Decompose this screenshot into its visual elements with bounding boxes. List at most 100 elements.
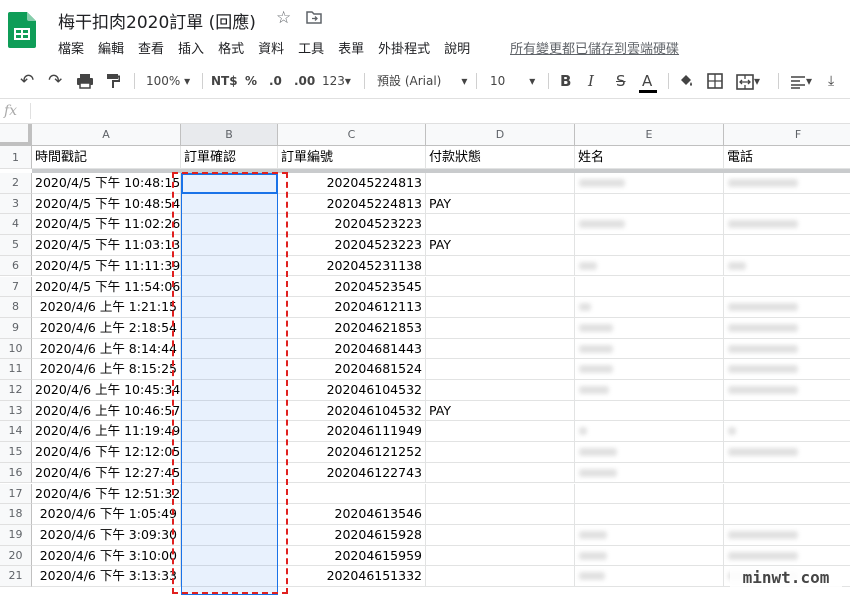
cell-order-number[interactable]: 202046121252: [278, 442, 426, 463]
header-cell-name[interactable]: 姓名: [575, 146, 724, 169]
cell-payment-status[interactable]: PAY: [426, 235, 575, 256]
cell-timestamp[interactable]: 2020/4/5 下午 11:11:39: [32, 255, 181, 277]
cell-order-number[interactable]: 20204621853: [278, 317, 426, 339]
row-header[interactable]: 13: [0, 400, 32, 422]
cell-order-number[interactable]: 202046122743: [278, 462, 426, 484]
row-header[interactable]: 21: [0, 566, 32, 587]
cell-order-number[interactable]: 202045224813: [278, 173, 426, 194]
row-header[interactable]: 6: [0, 255, 32, 277]
cell-order-number[interactable]: 20204523223: [278, 214, 426, 236]
cell-timestamp[interactable]: 2020/4/5 下午 11:54:06: [32, 276, 181, 298]
menu-data[interactable]: 資料: [258, 42, 284, 57]
redo-icon[interactable]: ↷: [48, 64, 62, 98]
cell-timestamp[interactable]: 2020/4/6 上午 2:18:54: [32, 317, 181, 339]
cell-payment-status[interactable]: [426, 359, 575, 380]
cell-order-number[interactable]: 20204681524: [278, 359, 426, 380]
cell-phone-redacted[interactable]: [724, 380, 850, 401]
cell-order-number[interactable]: 202046104532: [278, 400, 426, 422]
column-header-a[interactable]: A: [32, 124, 181, 146]
strikethrough-button[interactable]: S: [616, 64, 626, 98]
cell-name-redacted[interactable]: [575, 421, 724, 443]
cell-phone-redacted[interactable]: [724, 235, 850, 256]
cell-timestamp[interactable]: 2020/4/5 下午 10:48:54: [32, 193, 181, 215]
column-header-b[interactable]: B: [181, 124, 278, 146]
cell-payment-status[interactable]: [426, 380, 575, 401]
cell-phone-redacted[interactable]: [724, 525, 850, 546]
cell-name-redacted[interactable]: [575, 400, 724, 422]
cell-name-redacted[interactable]: [575, 483, 724, 505]
row-header[interactable]: 20: [0, 545, 32, 567]
cell-name-redacted[interactable]: [575, 359, 724, 380]
cell-phone-redacted[interactable]: [724, 504, 850, 525]
cell-timestamp[interactable]: 2020/4/6 下午 3:10:00: [32, 545, 181, 567]
cell-timestamp[interactable]: 2020/4/5 下午 11:02:26: [32, 214, 181, 236]
cell-timestamp[interactable]: 2020/4/6 上午 10:46:57: [32, 400, 181, 422]
save-status[interactable]: 所有變更都已儲存到雲端硬碟: [510, 38, 679, 57]
menu-insert[interactable]: 插入: [178, 42, 204, 57]
cell-name-redacted[interactable]: [575, 462, 724, 484]
cell-timestamp[interactable]: 2020/4/6 下午 12:51:32: [32, 483, 181, 505]
cell-phone-redacted[interactable]: [724, 214, 850, 236]
cell-order-number[interactable]: 20204615959: [278, 545, 426, 567]
cell-order-number[interactable]: 20204681443: [278, 338, 426, 360]
cell-name-redacted[interactable]: [575, 338, 724, 360]
cell-payment-status[interactable]: [426, 276, 575, 298]
cell-name-redacted[interactable]: [575, 524, 724, 546]
cell-name-redacted[interactable]: [575, 380, 724, 401]
column-header-e[interactable]: E: [575, 124, 724, 146]
cell-phone-redacted[interactable]: [724, 442, 850, 463]
cell-payment-status[interactable]: [426, 255, 575, 277]
cell-timestamp[interactable]: 2020/4/6 下午 3:09:30: [32, 524, 181, 546]
cell-timestamp[interactable]: 2020/4/6 上午 8:15:25: [32, 359, 181, 380]
cell-name-redacted[interactable]: [575, 173, 724, 194]
cell-order-number[interactable]: 202045224813: [278, 193, 426, 215]
menu-format[interactable]: 格式: [218, 42, 244, 57]
cell-payment-status[interactable]: PAY: [426, 400, 575, 422]
print-icon[interactable]: [76, 73, 94, 89]
fill-color-icon[interactable]: [678, 73, 694, 89]
row-header[interactable]: 1: [0, 146, 32, 169]
cell-payment-status[interactable]: [426, 483, 575, 505]
header-cell-timestamp[interactable]: 時間戳記: [32, 146, 181, 169]
cell-payment-status[interactable]: [426, 524, 575, 546]
cell-order-number[interactable]: 20204615928: [278, 524, 426, 546]
undo-icon[interactable]: ↶: [20, 64, 34, 98]
cell-payment-status[interactable]: PAY: [426, 193, 575, 215]
cell-phone-redacted[interactable]: [724, 173, 850, 194]
cell-phone-redacted[interactable]: [724, 256, 850, 277]
cell-order-number[interactable]: 202046104532: [278, 380, 426, 401]
cell-phone-redacted[interactable]: [724, 339, 850, 360]
zoom-select[interactable]: 100% ▾: [146, 64, 190, 98]
increase-decimal-button[interactable]: .00: [294, 64, 315, 98]
menu-addons[interactable]: 外掛程式: [378, 42, 430, 57]
cell-name-redacted[interactable]: [575, 255, 724, 277]
cell-name-redacted[interactable]: [575, 317, 724, 339]
cell-timestamp[interactable]: 2020/4/5 下午 11:03:13: [32, 235, 181, 256]
cell-timestamp[interactable]: 2020/4/6 上午 1:21:15: [32, 297, 181, 318]
cell-name-redacted[interactable]: [575, 297, 724, 318]
percent-button[interactable]: %: [245, 64, 257, 98]
cell-timestamp[interactable]: 2020/4/5 下午 10:48:15: [32, 173, 181, 194]
cell-payment-status[interactable]: [426, 297, 575, 318]
header-cell-payment-status[interactable]: 付款狀態: [426, 146, 575, 169]
cell-payment-status[interactable]: [426, 545, 575, 567]
italic-button[interactable]: I: [588, 64, 594, 98]
cell-phone-redacted[interactable]: [724, 463, 850, 484]
row-header[interactable]: 12: [0, 380, 32, 401]
cell-timestamp[interactable]: 2020/4/6 下午 1:05:49: [32, 504, 181, 525]
cell-payment-status[interactable]: [426, 173, 575, 194]
cell-payment-status[interactable]: [426, 214, 575, 236]
row-header[interactable]: 17: [0, 483, 32, 505]
cell-phone-redacted[interactable]: [724, 318, 850, 339]
cell-order-number[interactable]: 202045231138: [278, 255, 426, 277]
row-header[interactable]: 5: [0, 235, 32, 256]
font-size-select[interactable]: 10 ▾: [490, 64, 535, 98]
decrease-decimal-button[interactable]: .0: [269, 64, 282, 98]
borders-icon[interactable]: [707, 73, 723, 89]
menu-tools[interactable]: 工具: [298, 42, 324, 57]
row-header[interactable]: 14: [0, 421, 32, 443]
cell-phone-redacted[interactable]: [724, 359, 850, 380]
menu-form[interactable]: 表單: [338, 42, 364, 57]
vertical-align-icon[interactable]: ⤓: [828, 64, 834, 98]
cell-order-number[interactable]: 20204613546: [278, 504, 426, 525]
